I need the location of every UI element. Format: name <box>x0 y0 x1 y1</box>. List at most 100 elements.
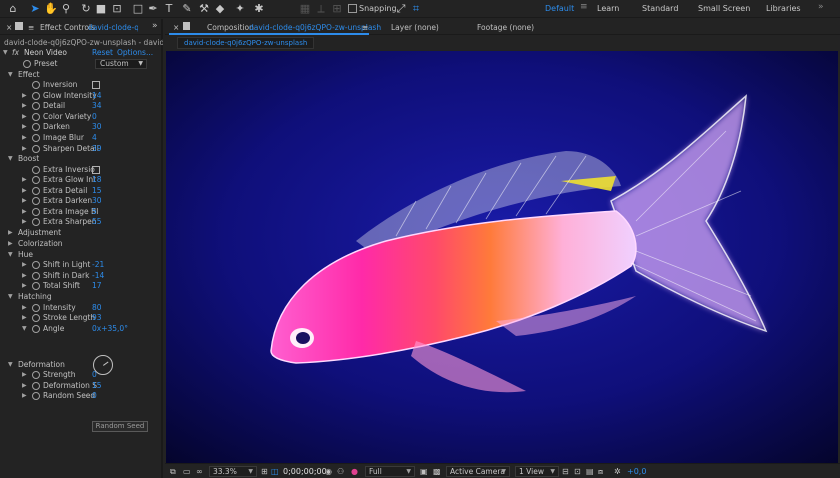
pen-icon[interactable]: ✒ <box>146 2 160 16</box>
channel-icon[interactable]: ● <box>351 467 358 477</box>
workspace-menu-icon[interactable]: ≡ <box>580 2 588 12</box>
chevron-down-icon[interactable]: ▼ <box>8 70 13 80</box>
stopwatch-icon[interactable] <box>32 113 40 121</box>
property-value[interactable]: 39 <box>92 144 102 154</box>
property-value[interactable]: 80 <box>92 303 102 313</box>
comp-breadcrumb[interactable]: david-clode-q0j6zQPO-zw-unsplash <box>177 37 315 49</box>
chevron-right-icon[interactable]: ▶ <box>22 313 27 323</box>
chevron-right-icon[interactable]: ▶ <box>22 381 27 391</box>
property-checkbox[interactable] <box>92 81 100 89</box>
chevron-right-icon[interactable]: ▶ <box>22 271 27 281</box>
property-value[interactable]: 15 <box>92 381 102 391</box>
property-value[interactable]: 0 <box>92 112 97 122</box>
rectangle-icon[interactable]: □ <box>131 2 145 16</box>
timecode[interactable]: 0;00;00;00 <box>283 467 327 477</box>
comp-lock-icon[interactable] <box>183 22 190 30</box>
type-icon[interactable]: T <box>162 2 176 16</box>
property-value[interactable]: -21 <box>92 260 104 270</box>
preset-dropdown[interactable]: Custom ▼ <box>95 59 147 69</box>
workspace-learn[interactable]: Learn <box>597 4 619 13</box>
chevron-right-icon[interactable]: ▶ <box>22 281 27 291</box>
stopwatch-icon[interactable] <box>32 314 40 322</box>
chevron-right-icon[interactable]: ▶ <box>22 370 27 380</box>
chevron-down-icon[interactable]: ▼ <box>8 292 13 302</box>
chevron-right-icon[interactable]: ▶ <box>22 260 27 270</box>
stopwatch-icon[interactable] <box>32 166 40 174</box>
mask-visibility-icon[interactable]: ◫ <box>271 467 279 477</box>
brush-icon[interactable]: ✎ <box>180 2 194 16</box>
show-snapshot-icon[interactable]: ⚇ <box>337 467 344 477</box>
fx-icon[interactable]: fx <box>12 48 19 58</box>
property-value[interactable]: 14 <box>92 91 102 101</box>
camera-dropdown[interactable]: Active Camera ▼ <box>446 466 510 477</box>
stopwatch-icon[interactable] <box>32 145 40 153</box>
stopwatch-icon[interactable] <box>32 134 40 142</box>
composition-viewer[interactable] <box>166 51 838 463</box>
chevron-right-icon[interactable]: ▶ <box>22 175 27 185</box>
stopwatch-icon[interactable] <box>32 208 40 216</box>
effect-controls-tab[interactable]: × ≡ Effect Controls david-clode-q0j6 » <box>0 19 163 35</box>
composition-tab[interactable]: × Composition david-clode-q0j6zQPO-zw-un… <box>169 19 381 35</box>
eraser-icon[interactable]: ◆ <box>213 2 227 16</box>
random-seed-button[interactable]: Random Seed <box>92 421 148 432</box>
snap-edges-icon[interactable]: ⤢ <box>394 2 408 16</box>
snapping-checkbox[interactable] <box>348 4 357 13</box>
transparency-grid-icon[interactable]: ▩ <box>433 467 441 477</box>
stopwatch-icon[interactable] <box>32 197 40 205</box>
stopwatch-icon[interactable] <box>32 92 40 100</box>
home-icon[interactable]: ⌂ <box>6 2 20 16</box>
hand-icon[interactable]: ✋ <box>44 2 58 16</box>
property-value[interactable]: 18 <box>92 175 102 185</box>
vr-icon[interactable]: ∞ <box>196 467 203 477</box>
effect-controls-layer[interactable]: david-clode-q0j6 <box>88 23 138 32</box>
stopwatch-icon[interactable] <box>32 304 40 312</box>
workspace-overflow-icon[interactable]: » <box>818 2 824 12</box>
always-preview-icon[interactable]: ⧉ <box>170 467 176 477</box>
stopwatch-icon[interactable] <box>32 382 40 390</box>
grid-icon[interactable]: ⊞ <box>261 467 268 477</box>
effect-collapse-arrow[interactable]: ▼ <box>3 48 8 58</box>
snapshot-icon[interactable]: ◉ <box>325 467 332 477</box>
chevron-right-icon[interactable]: ▶ <box>22 207 27 217</box>
reset-exposure-icon[interactable]: ✲ <box>614 467 621 477</box>
zoom-icon[interactable]: ⚲ <box>59 2 73 16</box>
selection-icon[interactable]: ➤ <box>28 2 42 16</box>
options-link[interactable]: Options... <box>117 48 153 58</box>
footage-tab[interactable]: Footage (none) <box>477 23 534 32</box>
stopwatch-icon[interactable] <box>32 123 40 131</box>
monitor-icon[interactable]: ▭ <box>183 467 191 477</box>
pan-behind-icon[interactable]: ⊡ <box>110 2 124 16</box>
chevron-right-icon[interactable]: ▶ <box>22 144 27 154</box>
property-checkbox[interactable] <box>92 166 100 174</box>
chevron-right-icon[interactable]: ▶ <box>22 391 27 401</box>
property-value[interactable]: 4 <box>92 133 97 143</box>
stopwatch-icon[interactable] <box>32 187 40 195</box>
stopwatch-icon[interactable] <box>32 371 40 379</box>
chevron-right-icon[interactable]: ▶ <box>22 217 27 227</box>
chevron-right-icon[interactable]: ▶ <box>22 196 27 206</box>
workspace-standard[interactable]: Standard <box>642 4 678 13</box>
property-value[interactable]: 30 <box>92 122 102 132</box>
region-of-interest-icon[interactable]: ▣ <box>420 467 428 477</box>
fast-preview-icon[interactable]: ⊡ <box>574 467 581 477</box>
roto-brush-icon[interactable]: ✦ <box>233 2 247 16</box>
chevron-right-icon[interactable]: ▶ <box>22 101 27 111</box>
property-value[interactable]: 5 <box>92 207 97 217</box>
close-tab-icon[interactable]: × <box>173 23 179 32</box>
flowchart-icon[interactable]: ⧈ <box>598 467 603 477</box>
snap-features-icon[interactable]: ⌗ <box>409 2 423 16</box>
property-value[interactable]: 34 <box>92 101 102 111</box>
property-value[interactable]: 0x+35,0° <box>92 324 128 334</box>
stopwatch-icon[interactable] <box>32 102 40 110</box>
puppet-pin-icon[interactable]: ✱ <box>252 2 266 16</box>
view-layout-dropdown[interactable]: 1 View ▼ <box>515 466 559 477</box>
camera-icon[interactable]: ■ <box>94 2 108 16</box>
clone-stamp-icon[interactable]: ⚒ <box>197 2 211 16</box>
panel-menu-icon[interactable]: ≡ <box>28 23 34 32</box>
layer-tab[interactable]: Layer (none) <box>391 23 439 32</box>
stopwatch-icon[interactable] <box>32 272 40 280</box>
panel-overflow-icon[interactable]: » <box>152 21 158 31</box>
comp-menu-icon[interactable]: ≡ <box>362 23 368 32</box>
property-value[interactable]: 0 <box>92 391 97 401</box>
property-value[interactable]: 17 <box>92 281 102 291</box>
